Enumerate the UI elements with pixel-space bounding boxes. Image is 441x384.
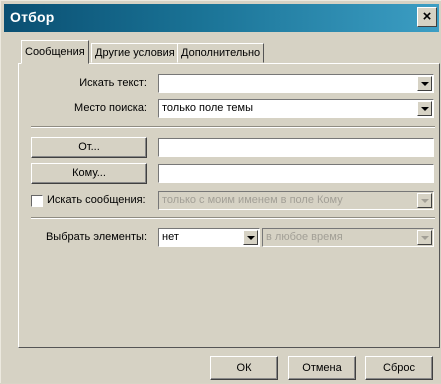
cancel-button[interactable]: Отмена [288,356,356,380]
to-button[interactable]: Кому... [31,163,147,184]
select-items-dropdown-arrow-icon[interactable] [243,230,258,245]
select-items-select[interactable]: нет [158,228,260,247]
select-items-label: Выбрать элементы: [45,231,147,243]
ok-button[interactable]: ОК [210,356,278,380]
reset-button[interactable]: Сброс [365,356,433,380]
filter-dialog: Отбор × Сообщения Другие условия Дополни… [0,0,441,383]
separator-1 [31,126,435,128]
separator-2 [31,217,435,219]
select-items-value: нет [162,231,179,243]
search-messages-label: Искать сообщения: [47,194,146,206]
search-location-value: только поле темы [162,102,253,114]
from-button-label: От... [78,141,100,153]
ok-button-label: ОК [236,362,252,374]
search-location-select[interactable]: только поле темы [158,99,434,118]
search-location-dropdown-arrow-icon[interactable] [417,101,432,116]
search-messages-select: только с моим именем в поле Кому [158,191,434,210]
form-area: Искать текст: Место поиска: только поле … [1,1,441,384]
time-dropdown-arrow-icon [417,230,432,245]
search-text-dropdown-arrow-icon[interactable] [417,76,432,91]
from-field[interactable] [158,138,434,157]
from-button[interactable]: От... [31,137,147,158]
search-location-label: Место поиска: [74,102,147,114]
search-text-combobox[interactable] [158,74,434,93]
reset-button-label: Сброс [383,362,415,374]
time-value: в любое время [266,231,343,243]
search-text-label: Искать текст: [79,77,147,89]
to-button-label: Кому... [72,167,106,179]
search-messages-value: только с моим именем в поле Кому [162,194,343,206]
time-select: в любое время [262,228,434,247]
search-messages-checkbox[interactable] [31,195,43,207]
search-messages-dropdown-arrow-icon [417,193,432,208]
cancel-button-label: Отмена [302,362,342,374]
to-field[interactable] [158,164,434,183]
